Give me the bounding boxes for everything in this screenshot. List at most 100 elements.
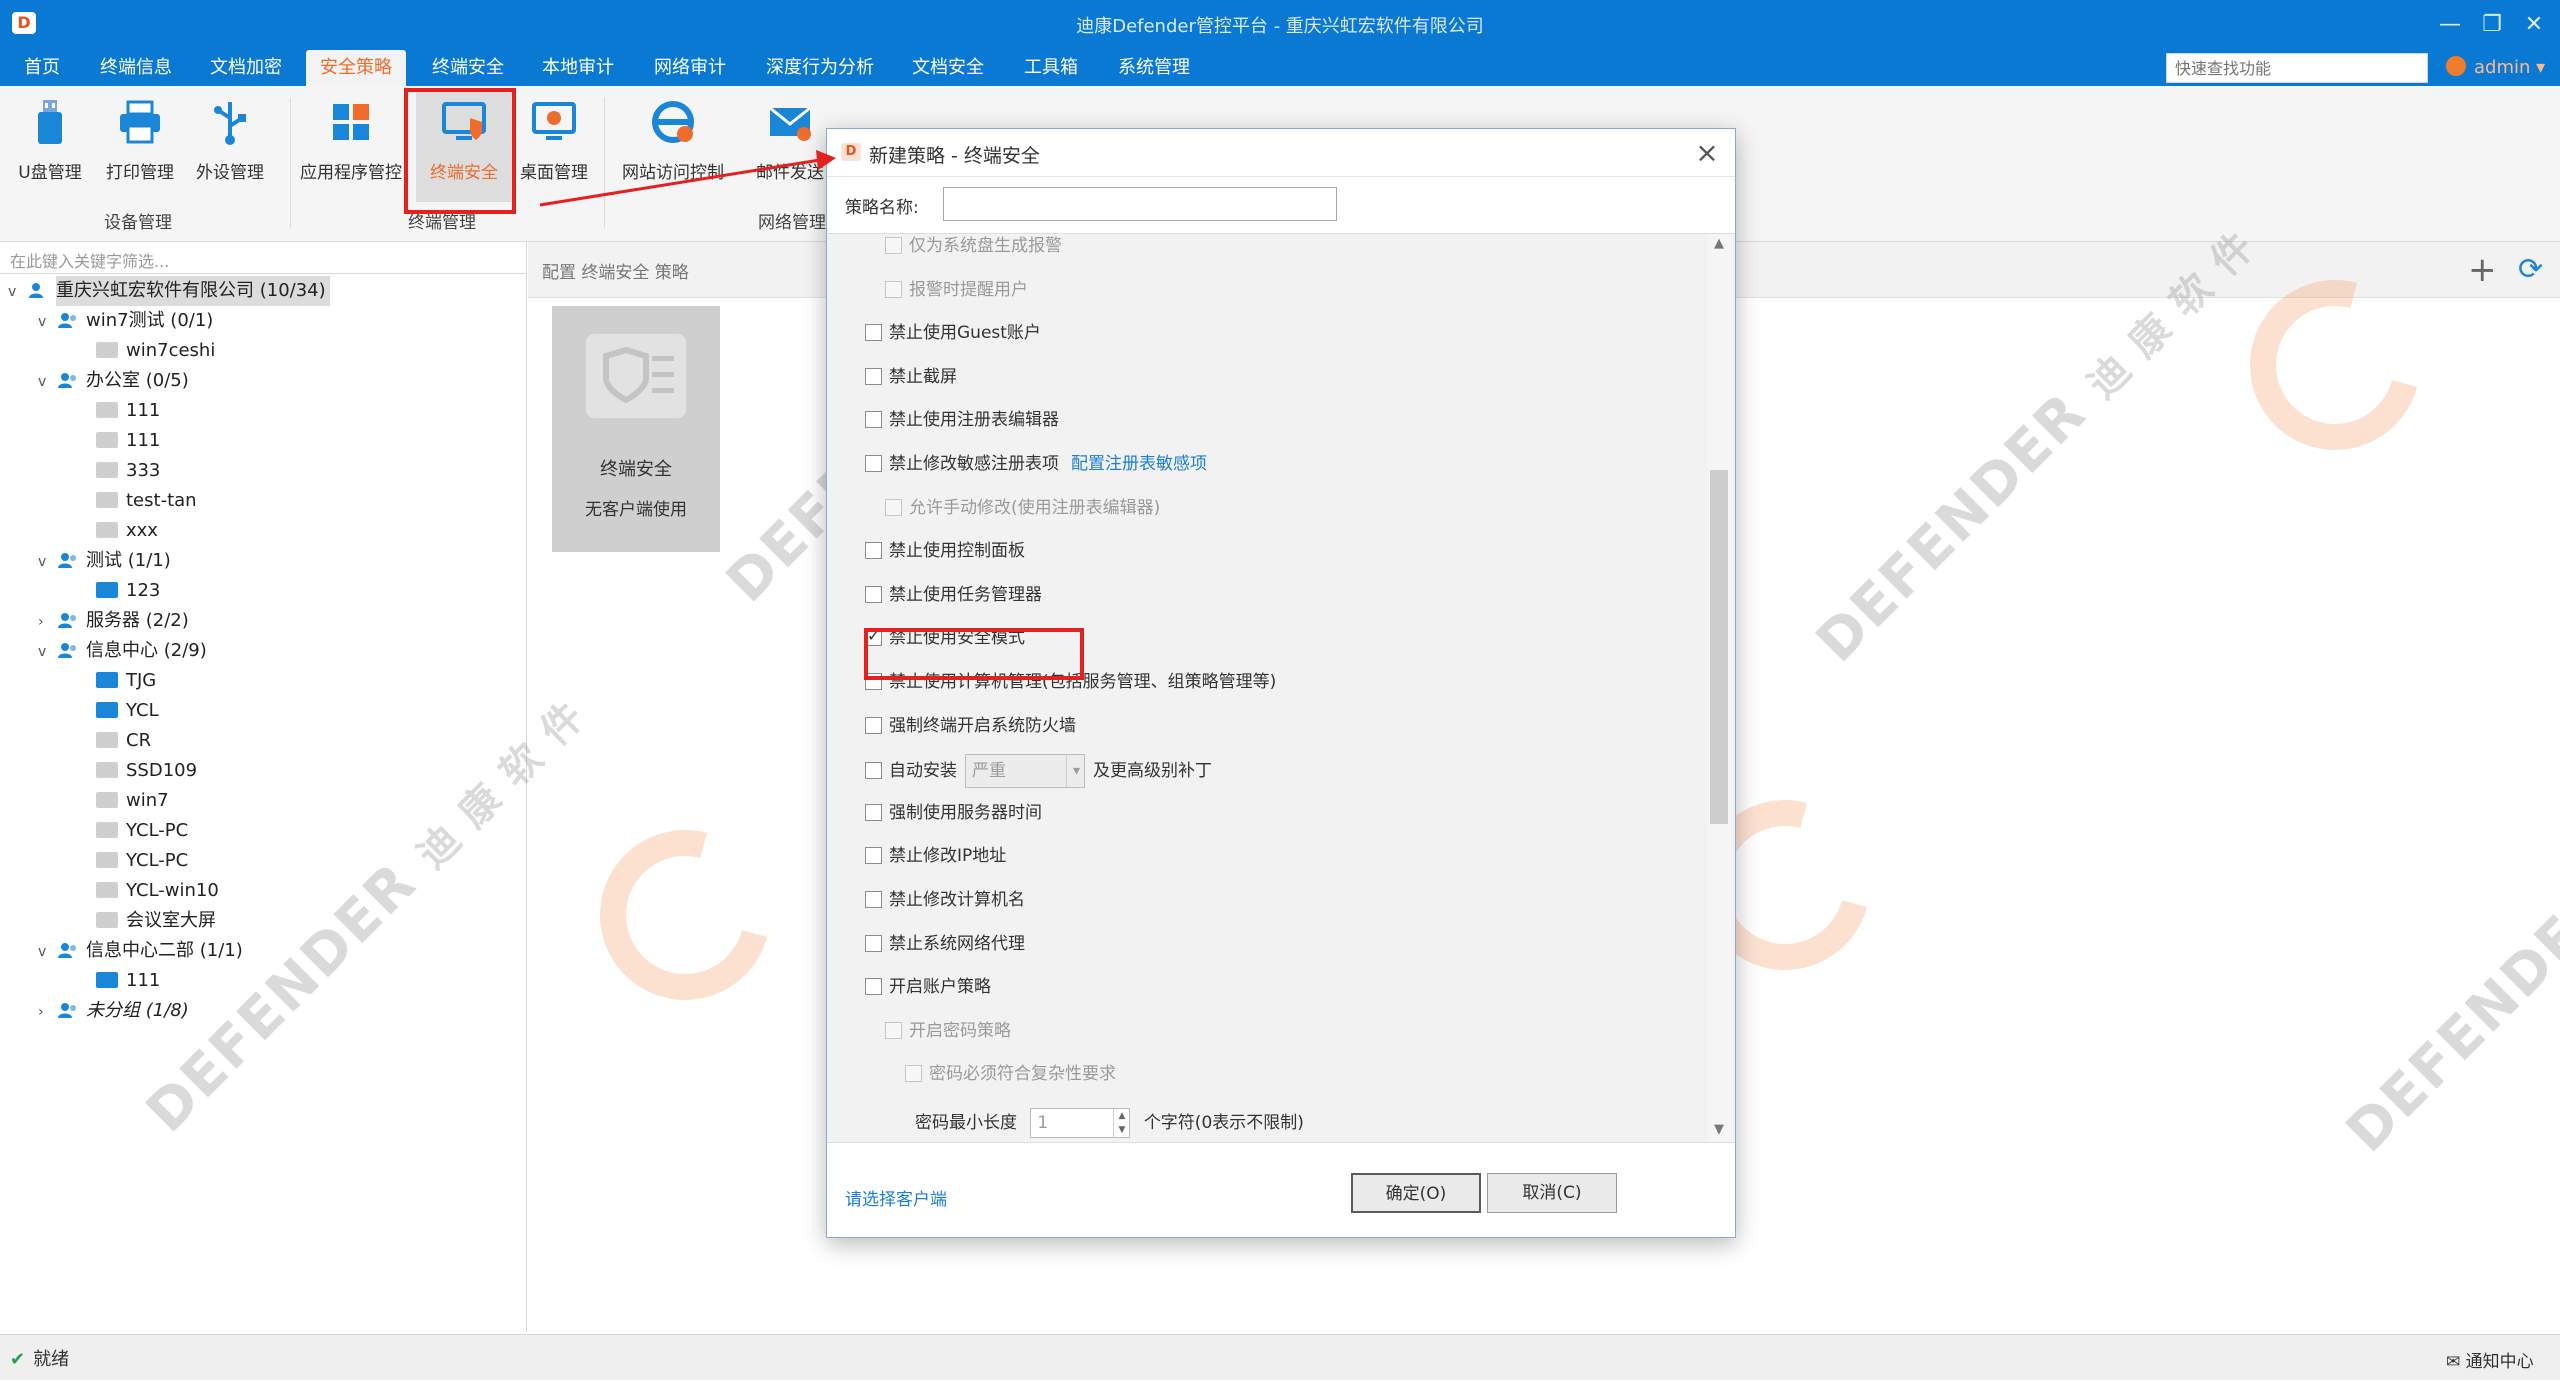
tree-computer[interactable]: 会议室大屏	[96, 906, 216, 936]
option-row[interactable]: 禁止截屏	[865, 362, 957, 392]
tree-computer[interactable]: 333	[96, 456, 160, 486]
option-row[interactable]: 禁止使用任务管理器	[865, 580, 1042, 610]
option-row[interactable]: 开启账户策略	[865, 972, 991, 1002]
expand-icon[interactable]: ›	[38, 997, 58, 1027]
collapse-icon[interactable]: v	[38, 367, 58, 397]
tab-terminal-info[interactable]: 终端信息	[86, 50, 186, 86]
option-row[interactable]: 自动安装严重及更高级别补丁	[865, 754, 1212, 789]
tree-computer[interactable]: YCL-PC	[96, 816, 188, 846]
tab-network-audit[interactable]: 网络审计	[640, 50, 740, 86]
checkbox[interactable]	[865, 978, 882, 996]
tree-filter-input[interactable]: 在此键入关键字筛选...	[0, 242, 526, 274]
tree-computer[interactable]: YCL	[96, 696, 159, 726]
checkbox[interactable]	[865, 762, 882, 780]
tab-doc-security[interactable]: 文档安全	[898, 50, 998, 86]
tree-computer[interactable]: xxx	[96, 516, 158, 546]
tab-doc-encryption[interactable]: 文档加密	[196, 50, 296, 86]
ok-button[interactable]: 确定(O)	[1351, 1173, 1481, 1213]
tree-group[interactable]: v win7测试 (0/1)	[38, 306, 213, 336]
checkbox[interactable]	[865, 542, 882, 560]
tree-computer[interactable]: 111	[96, 396, 160, 426]
tree-computer[interactable]: test-tan	[96, 486, 197, 516]
checkbox[interactable]	[865, 847, 882, 865]
tree-group[interactable]: › 未分组 (1/8)	[38, 996, 189, 1026]
option-row[interactable]: 禁止使用注册表编辑器	[865, 405, 1059, 435]
checkbox[interactable]	[865, 455, 882, 472]
tree-computer[interactable]: TJG	[96, 666, 156, 696]
choose-client-link[interactable]: 请选择客户端	[845, 1185, 947, 1210]
refresh-icon[interactable]: ⟳	[2518, 252, 2543, 287]
tab-home[interactable]: 首页	[10, 50, 74, 86]
collapse-icon[interactable]: v	[38, 547, 58, 577]
scrollbar-thumb[interactable]	[1710, 470, 1728, 824]
tree-group[interactable]: › 服务器 (2/2)	[38, 606, 189, 636]
options-scrollbar[interactable]: ▲ ▼	[1707, 234, 1731, 1142]
checkbox[interactable]	[865, 934, 882, 952]
tree-group[interactable]: v 信息中心 (2/9)	[38, 636, 207, 666]
notification-center-button[interactable]: ✉ 通知中心	[2446, 1347, 2534, 1372]
checkbox[interactable]	[865, 585, 882, 603]
option-row[interactable]: 禁止使用Guest账户	[865, 318, 1041, 348]
min-password-length-spinner[interactable]: 1 ▲ ▼	[1030, 1108, 1131, 1138]
tab-security-policy[interactable]: 安全策略	[306, 50, 406, 86]
email-send-button[interactable]: 邮件发送	[742, 92, 838, 202]
collapse-icon[interactable]: v	[38, 937, 58, 967]
add-icon[interactable]: +	[2468, 250, 2497, 290]
tree-computer[interactable]: 111	[96, 966, 160, 996]
tree-group[interactable]: v 信息中心二部 (1/1)	[38, 936, 243, 966]
scroll-up-icon[interactable]: ▲	[1707, 236, 1731, 256]
configure-sensitive-registry-link[interactable]: 配置注册表敏感项	[1071, 454, 1207, 474]
app-control-button[interactable]: 应用程序管控	[296, 92, 406, 202]
option-row[interactable]: 强制终端开启系统防火墙	[865, 711, 1076, 741]
patch-level-select[interactable]: 严重	[965, 754, 1085, 789]
print-management-button[interactable]: 打印管理	[92, 92, 188, 202]
maximize-button[interactable]: ❐	[2472, 8, 2512, 42]
tab-terminal-security[interactable]: 终端安全	[418, 50, 518, 86]
peripheral-management-button[interactable]: 外设管理	[182, 92, 278, 202]
dialog-close-icon[interactable]: ×	[1689, 135, 1725, 171]
checkbox[interactable]	[865, 803, 882, 821]
option-row[interactable]: 禁止修改IP地址	[865, 841, 1006, 871]
expand-icon[interactable]: ›	[38, 607, 58, 637]
tree-computer[interactable]: 123	[96, 576, 160, 606]
tree-computer[interactable]: CR	[96, 726, 151, 756]
spinner-arrows-icon[interactable]: ▲ ▼	[1113, 1109, 1129, 1137]
option-row[interactable]: 禁止修改计算机名	[865, 885, 1025, 915]
tree-computer[interactable]: SSD109	[96, 756, 197, 786]
tree-computer[interactable]: win7ceshi	[96, 336, 215, 366]
option-row[interactable]: 禁止使用控制面板	[865, 536, 1025, 566]
checkbox[interactable]	[865, 324, 882, 342]
checkbox[interactable]	[865, 411, 882, 429]
user-menu[interactable]: admin ▾	[2446, 50, 2545, 86]
checkbox[interactable]	[865, 716, 882, 734]
tab-behavior-analysis[interactable]: 深度行为分析	[752, 50, 888, 86]
policy-card[interactable]: 终端安全 无客户端使用	[552, 306, 720, 552]
option-row[interactable]: 禁止修改敏感注册表项 配置注册表敏感项	[865, 449, 1207, 479]
cancel-button[interactable]: 取消(C)	[1487, 1173, 1617, 1213]
tree-computer[interactable]: 111	[96, 426, 160, 456]
tab-local-audit[interactable]: 本地审计	[528, 50, 628, 86]
usb-management-button[interactable]: U盘管理	[2, 92, 98, 202]
website-access-control-button[interactable]: 网站访问控制	[614, 92, 732, 202]
tab-system-management[interactable]: 系统管理	[1104, 50, 1204, 86]
tab-toolbox[interactable]: 工具箱	[1010, 50, 1092, 86]
checkbox[interactable]	[865, 891, 882, 908]
checkbox[interactable]	[865, 367, 882, 385]
option-row[interactable]: 禁止系统网络代理	[865, 929, 1025, 959]
tree-group[interactable]: v 办公室 (0/5)	[38, 366, 189, 396]
tree-computer[interactable]: win7	[96, 786, 169, 816]
tree-computer[interactable]: YCL-PC	[96, 846, 188, 876]
quick-search-input[interactable]	[2166, 53, 2428, 83]
minimize-button[interactable]: —	[2430, 8, 2470, 42]
collapse-icon[interactable]: v	[38, 637, 58, 667]
scroll-down-icon[interactable]: ▼	[1707, 1122, 1731, 1142]
tree-root[interactable]: v 重庆兴虹宏软件有限公司 (10/34)	[8, 276, 330, 306]
tree-computer[interactable]: YCL-win10	[96, 876, 219, 906]
collapse-icon[interactable]: v	[38, 307, 58, 337]
option-row[interactable]: 强制使用服务器时间	[865, 798, 1042, 828]
policy-name-input[interactable]	[943, 187, 1337, 221]
close-window-button[interactable]: ✕	[2514, 8, 2554, 42]
collapse-icon[interactable]: v	[8, 277, 28, 307]
desktop-management-button[interactable]: 桌面管理	[506, 92, 602, 202]
tree-group[interactable]: v 测试 (1/1)	[38, 546, 171, 576]
